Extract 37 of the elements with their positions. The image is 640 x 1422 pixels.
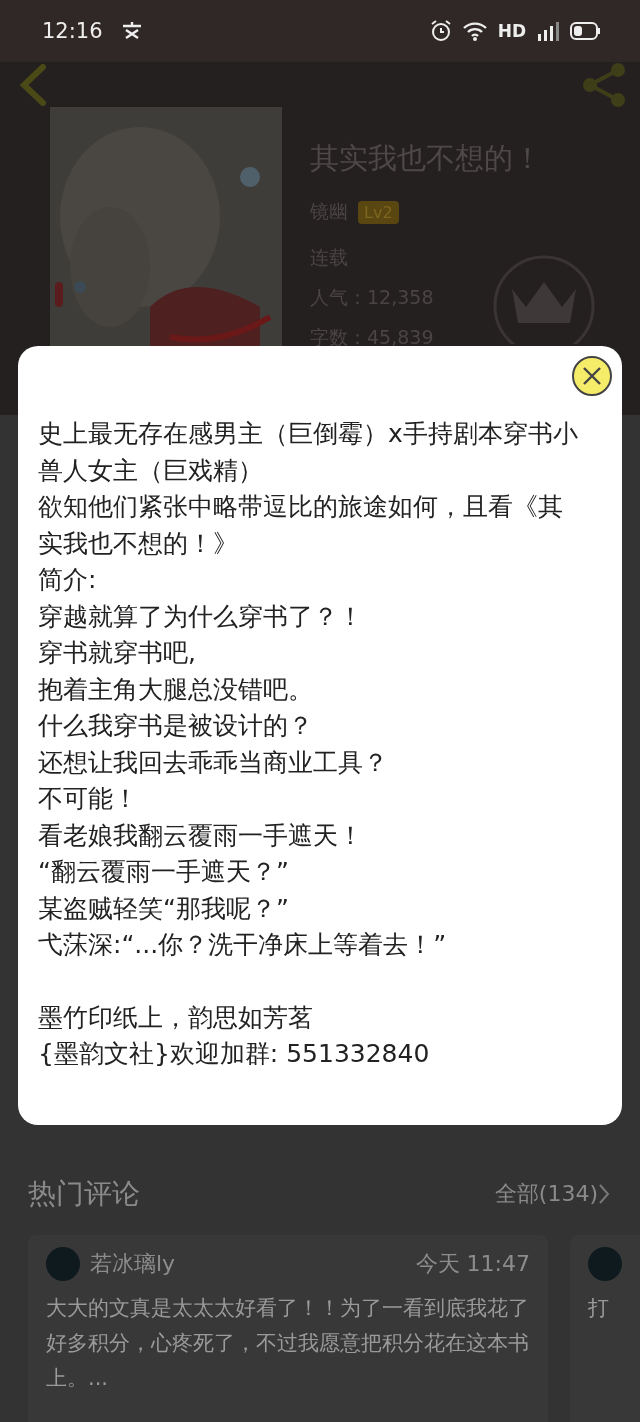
comment-text: 打 (588, 1295, 610, 1322)
comment-text: 大大的文真是太太太好看了！！为了一看到底我花了好多积分，心疼死了，不过我愿意把积分花在这本书上。... (46, 1295, 530, 1392)
user-name: 若冰璃ly (90, 1250, 176, 1278)
battery-icon (570, 22, 600, 40)
close-button[interactable] (572, 356, 612, 396)
avatar (588, 1247, 622, 1281)
synopsis-line: 弋莯深:“...你？洗干净床上等着去！” (38, 929, 448, 961)
chevron-right-icon[interactable] (598, 1183, 610, 1205)
comment-card[interactable]: 打 (570, 1235, 640, 1422)
all-comments-link[interactable]: 全部(134) (494, 1179, 598, 1209)
close-icon (582, 366, 602, 386)
synopsis-line: 某盗贼轻笑“那我呢？” (38, 892, 290, 925)
synopsis-line: 简介: (38, 564, 98, 596)
comment-time: 今天 11:47 (415, 1250, 530, 1278)
section-title: 热门评论 (28, 1176, 140, 1212)
wifi-icon (461, 21, 488, 41)
synopsis-line: 什么我穿书是被设计的？ (38, 710, 314, 742)
synopsis-line: 史上最无存在感男主（巨倒霉）x手持剧本穿书小兽人女主（巨戏精） (38, 418, 578, 487)
alarm-icon (429, 20, 452, 42)
synopsis-line: 抱着主角大腿总没错吧。 (38, 673, 314, 706)
synopsis-line: 穿书就穿书吧, (38, 637, 197, 669)
synopsis-line: 穿越就算了为什么穿书了？！ (38, 600, 364, 633)
input-method-icon (120, 21, 143, 41)
synopsis-line: 不可能！ (38, 783, 139, 815)
synopsis-line: 还想让我回去乖乖当商业工具？ (38, 746, 389, 779)
crown-icon (492, 254, 596, 344)
synopsis-line: “翻云覆雨一手遮天？” (38, 856, 290, 888)
comment-card[interactable]: 若冰璃ly 今天 11:47 大大的文真是太太太好看了！！为了一看到底我花了好多积分，心疼死了，不过我愿意把积分花在这本书上。... (28, 1235, 548, 1422)
avatar (46, 1247, 80, 1281)
back-icon[interactable] (18, 63, 48, 106)
signal-icon (536, 20, 560, 42)
synopsis-line: {墨韵文社}欢迎加群: 551332840 (38, 1038, 431, 1070)
network-label: HD (497, 21, 526, 41)
synopsis-line: 欲知他们紧张中略带逗比的旅途如何，且看《其实我也不想的！》 (38, 491, 564, 560)
synopsis-line: 墨竹印纸上，韵思如芳茗 (38, 1001, 314, 1034)
synopsis-line: 看老娘我翻云覆雨一手遮天！ (38, 819, 364, 852)
status-time: 12:16 (42, 19, 103, 43)
